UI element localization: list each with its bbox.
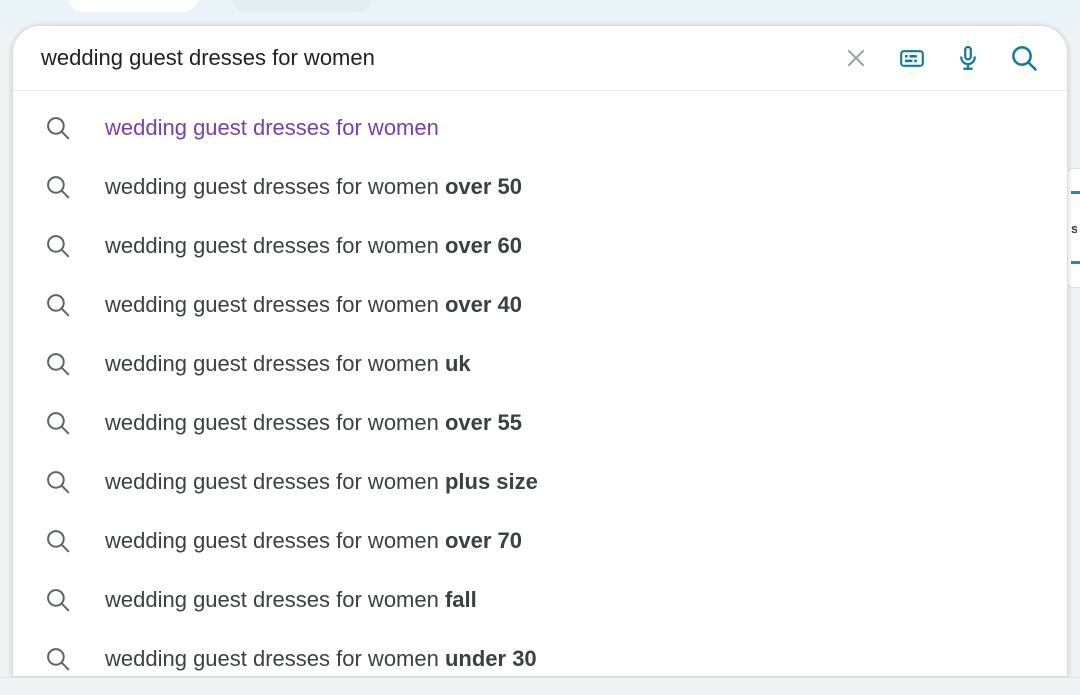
search-icon [43,526,73,556]
page-bottom-strip [0,677,1080,695]
suggestion-row[interactable]: wedding guest dresses for women over 40 [13,275,1067,334]
search-input[interactable]: wedding guest dresses for women [41,44,841,72]
suggestion-row[interactable]: wedding guest dresses for women over 70 [13,511,1067,570]
suggestion-row[interactable]: wedding guest dresses for women under 30 [13,629,1067,677]
right-edge-card[interactable]: s [1066,168,1080,288]
search-icon [43,231,73,261]
suggestion-text: wedding guest dresses for women plus siz… [105,468,538,496]
suggestion-text: wedding guest dresses for women uk [105,350,471,378]
suggestion-text: wedding guest dresses for women [105,114,439,142]
suggestion-row[interactable]: wedding guest dresses for women over 50 [13,157,1067,216]
suggestion-text: wedding guest dresses for women over 55 [105,409,522,437]
suggestion-text: wedding guest dresses for women over 50 [105,173,522,201]
suggestion-completion: plus size [445,469,538,494]
search-input-row: wedding guest dresses for women [13,26,1067,90]
suggestion-row[interactable]: wedding guest dresses for women uk [13,334,1067,393]
suggestion-completion: over 40 [445,292,522,317]
suggestion-completion: over 60 [445,233,522,258]
search-icon [43,290,73,320]
search-icon[interactable] [1009,43,1039,73]
keyboard-icon[interactable] [897,43,927,73]
suggestion-text: wedding guest dresses for women over 40 [105,291,522,319]
search-box-container: wedding guest dresses for women [12,25,1068,677]
suggestion-completion: uk [445,351,471,376]
search-icon [43,349,73,379]
search-icon [43,172,73,202]
filter-chip-gray[interactable] [232,0,372,12]
suggestion-completion: over 70 [445,528,522,553]
suggestion-row[interactable]: wedding guest dresses for women over 55 [13,393,1067,452]
suggestion-completion: under 30 [445,646,537,671]
suggestion-row[interactable]: wedding guest dresses for women [13,98,1067,157]
search-actions [841,43,1045,73]
search-icon [43,467,73,497]
suggestion-list: wedding guest dresses for women wedding g… [13,91,1067,677]
microphone-icon[interactable] [953,43,983,73]
suggestion-text: wedding guest dresses for women under 30 [105,645,537,673]
suggestion-row[interactable]: wedding guest dresses for women over 60 [13,216,1067,275]
suggestion-text: wedding guest dresses for women fall [105,586,477,614]
suggestion-completion: over 50 [445,174,522,199]
clear-icon[interactable] [841,43,871,73]
page-root: s wedding guest dresses for women [0,0,1080,695]
search-icon [43,644,73,674]
filter-chip-white[interactable] [68,0,198,12]
suggestion-completion: over 55 [445,410,522,435]
suggestion-text: wedding guest dresses for women over 60 [105,232,522,260]
suggestion-row[interactable]: wedding guest dresses for women fall [13,570,1067,629]
search-icon [43,113,73,143]
right-card-rule-top [1071,191,1080,194]
suggestion-row[interactable]: wedding guest dresses for women plus siz… [13,452,1067,511]
right-card-rule-bottom [1071,261,1080,264]
right-card-text: s [1071,221,1077,236]
suggestion-completion: fall [445,587,477,612]
search-icon [43,585,73,615]
search-icon [43,408,73,438]
suggestion-text: wedding guest dresses for women over 70 [105,527,522,555]
